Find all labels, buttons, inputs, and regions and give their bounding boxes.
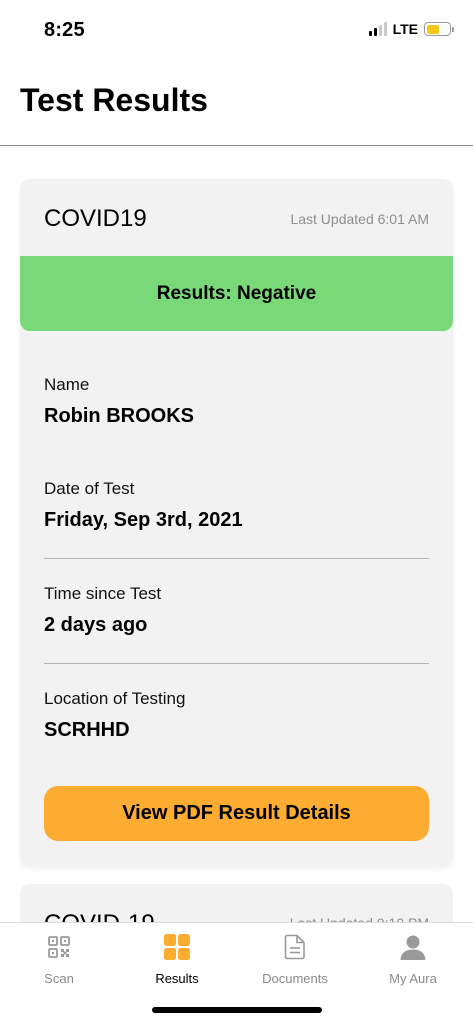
status-time: 8:25 (44, 19, 85, 41)
field-date-of-test: Date of Test Friday, Sep 3rd, 2021 (44, 479, 429, 532)
tab-label: Scan (44, 971, 74, 986)
tab-my-aura[interactable]: My Aura (354, 933, 472, 986)
battery-icon (424, 22, 454, 36)
field-value: Robin BROOKS (44, 405, 194, 427)
tab-scan[interactable]: Scan (0, 933, 118, 986)
document-icon (281, 933, 309, 961)
home-indicator (152, 1007, 322, 1013)
qr-code-icon (45, 933, 73, 961)
last-updated: Last Updated 6:01 AM (290, 211, 429, 227)
field-label: Name (44, 375, 90, 394)
person-icon (399, 933, 427, 961)
result-status-banner: Results: Negative (20, 256, 453, 331)
test-result-card: COVID19 Last Updated 6:01 AM Results: Ne… (20, 179, 453, 867)
cellular-signal-icon (368, 22, 387, 36)
view-pdf-button[interactable]: View PDF Result Details (44, 786, 429, 841)
field-divider (44, 663, 429, 664)
header-divider (0, 145, 473, 146)
network-type: LTE (392, 21, 418, 37)
field-label: Date of Test (44, 479, 135, 498)
field-label: Location of Testing (44, 689, 186, 708)
field-time-since-test: Time since Test 2 days ago (44, 584, 429, 637)
tab-label: My Aura (389, 971, 437, 986)
tab-documents[interactable]: Documents (236, 933, 354, 986)
test-name: COVID19 (44, 205, 147, 232)
field-value: SCRHHD (44, 719, 130, 741)
field-value: 2 days ago (44, 614, 148, 636)
card-header: COVID19 Last Updated 6:01 AM (44, 205, 429, 233)
field-label: Time since Test (44, 584, 162, 603)
status-indicators: LTE (368, 21, 454, 37)
tab-results[interactable]: Results (118, 933, 236, 986)
field-location-of-testing: Location of Testing SCRHHD (44, 689, 429, 742)
status-bar: 8:25 LTE (0, 0, 473, 60)
battery-level (426, 24, 439, 34)
field-name: Name Robin BROOKS (44, 375, 429, 428)
field-value: Friday, Sep 3rd, 2021 (44, 509, 243, 531)
tab-label: Results (155, 971, 199, 986)
tab-label: Documents (262, 971, 328, 986)
field-divider (44, 558, 429, 559)
page-title: Test Results (20, 82, 208, 118)
grid-icon (163, 933, 191, 961)
